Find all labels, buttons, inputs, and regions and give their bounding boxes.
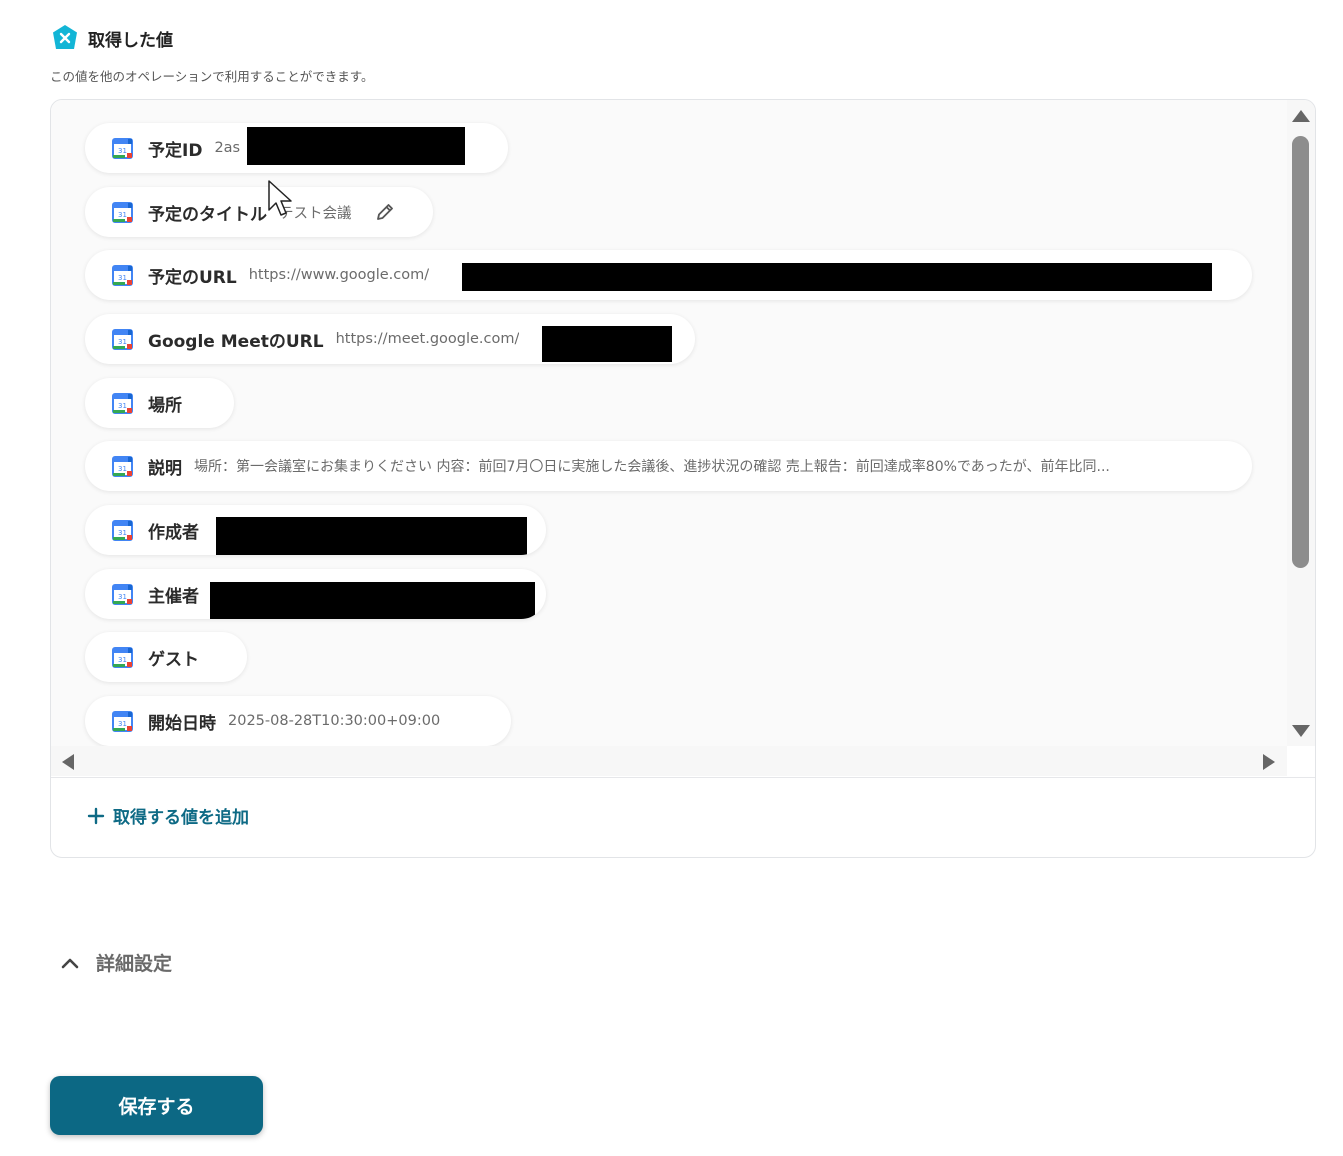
redaction-block xyxy=(542,326,672,362)
google-calendar-icon: 31 xyxy=(112,519,133,541)
mouse-cursor-icon xyxy=(268,180,292,216)
advanced-settings-label: 詳細設定 xyxy=(96,953,173,975)
output-chip-start-datetime[interactable]: 31 開始日時 2025-08-28T10:30:00+09:00 xyxy=(85,696,511,746)
svg-text:31: 31 xyxy=(118,529,127,537)
redaction-block xyxy=(462,263,1212,291)
google-calendar-icon: 31 xyxy=(112,710,133,732)
chip-label: 予定のタイトル xyxy=(148,204,267,225)
svg-text:31: 31 xyxy=(118,656,127,664)
google-calendar-icon: 31 xyxy=(112,646,133,668)
chip-label: 開始日時 xyxy=(148,713,216,734)
scroll-up-arrow-icon[interactable] xyxy=(1292,110,1310,122)
output-chip-guests[interactable]: 31 ゲスト xyxy=(85,632,247,682)
pencil-edit-icon[interactable] xyxy=(374,201,396,223)
section-header: 取得した値 xyxy=(51,24,173,52)
svg-text:31: 31 xyxy=(118,274,127,282)
output-chip-meet-url[interactable]: 31 Google MeetのURL https://meet.google.c… xyxy=(85,314,695,364)
svg-text:31: 31 xyxy=(118,402,127,410)
svg-text:31: 31 xyxy=(118,147,127,155)
output-chip-location[interactable]: 31 場所 xyxy=(85,378,234,428)
output-chip-creator[interactable]: 31 作成者 xyxy=(85,505,546,555)
scroll-right-arrow-icon[interactable] xyxy=(1263,754,1275,770)
svg-text:31: 31 xyxy=(118,211,127,219)
google-calendar-icon: 31 xyxy=(112,137,133,159)
chip-label: 予定のURL xyxy=(148,267,237,288)
google-calendar-icon: 31 xyxy=(112,583,133,605)
section-title: 取得した値 xyxy=(88,30,173,51)
save-button[interactable]: 保存する xyxy=(50,1076,263,1135)
vertical-scroll-thumb[interactable] xyxy=(1292,136,1309,568)
chip-value: 2as xyxy=(214,140,241,156)
card-divider xyxy=(51,777,1315,778)
chip-value: https://www.google.com/ xyxy=(248,267,430,283)
chip-value: 場所：第一会議室にお集まりください 内容：前回7月〇日に実施した会議後、進捗状況… xyxy=(194,459,1110,475)
chip-label: 作成者 xyxy=(148,522,199,543)
output-chip-organizer[interactable]: 31 主催者 xyxy=(85,569,546,619)
output-chip-event-url[interactable]: 31 予定のURL https://www.google.com/ xyxy=(85,250,1252,300)
google-calendar-icon: 31 xyxy=(112,264,133,286)
horizontal-scrollbar[interactable] xyxy=(51,746,1287,776)
chip-label: 場所 xyxy=(148,395,182,416)
svg-text:31: 31 xyxy=(118,338,127,346)
chip-label: 説明 xyxy=(148,458,182,479)
output-list: 31 予定ID 2as 31 予定のタイトル テスト会議 31 予定のURL h… xyxy=(51,100,1287,746)
vertical-scrollbar[interactable] xyxy=(1287,100,1315,746)
chip-label: 予定ID xyxy=(148,140,203,161)
svg-text:31: 31 xyxy=(118,720,127,728)
chip-label: ゲスト xyxy=(148,649,199,670)
chip-value: 2025-08-28T10:30:00+09:00 xyxy=(228,713,441,729)
chip-label: Google MeetのURL xyxy=(148,331,324,352)
google-calendar-icon: 31 xyxy=(112,455,133,477)
chip-label: 主催者 xyxy=(148,586,199,607)
svg-text:31: 31 xyxy=(118,465,127,473)
chevron-up-icon xyxy=(61,958,79,968)
output-chip-event-title[interactable]: 31 予定のタイトル テスト会議 xyxy=(85,187,433,237)
redaction-block xyxy=(210,582,535,619)
output-values-card: 31 予定ID 2as 31 予定のタイトル テスト会議 31 予定のURL h… xyxy=(50,99,1316,858)
scroll-left-arrow-icon[interactable] xyxy=(62,754,74,770)
add-value-button[interactable]: 取得する値を追加 xyxy=(87,803,249,828)
svg-text:31: 31 xyxy=(118,593,127,601)
output-chip-event-id[interactable]: 31 予定ID 2as xyxy=(85,123,508,173)
chip-value: https://meet.google.com/ xyxy=(335,331,520,347)
plus-icon xyxy=(87,807,105,824)
redaction-block xyxy=(247,127,465,165)
output-chip-description[interactable]: 31 説明 場所：第一会議室にお集まりください 内容：前回7月〇日に実施した会議… xyxy=(85,441,1252,491)
page: 取得した値 この値を他のオペレーションで利用することができます。 31 予定ID… xyxy=(0,0,1343,1156)
google-calendar-icon: 31 xyxy=(112,201,133,223)
scroll-down-arrow-icon[interactable] xyxy=(1292,725,1310,737)
google-calendar-icon: 31 xyxy=(112,328,133,350)
redaction-block xyxy=(216,517,527,555)
section-subtitle: この値を他のオペレーションで利用することができます。 xyxy=(50,69,374,84)
advanced-settings-toggle[interactable]: 詳細設定 xyxy=(60,949,172,976)
add-value-label: 取得する値を追加 xyxy=(113,808,249,828)
google-calendar-icon: 31 xyxy=(112,392,133,414)
yoom-badge-icon xyxy=(53,25,77,49)
